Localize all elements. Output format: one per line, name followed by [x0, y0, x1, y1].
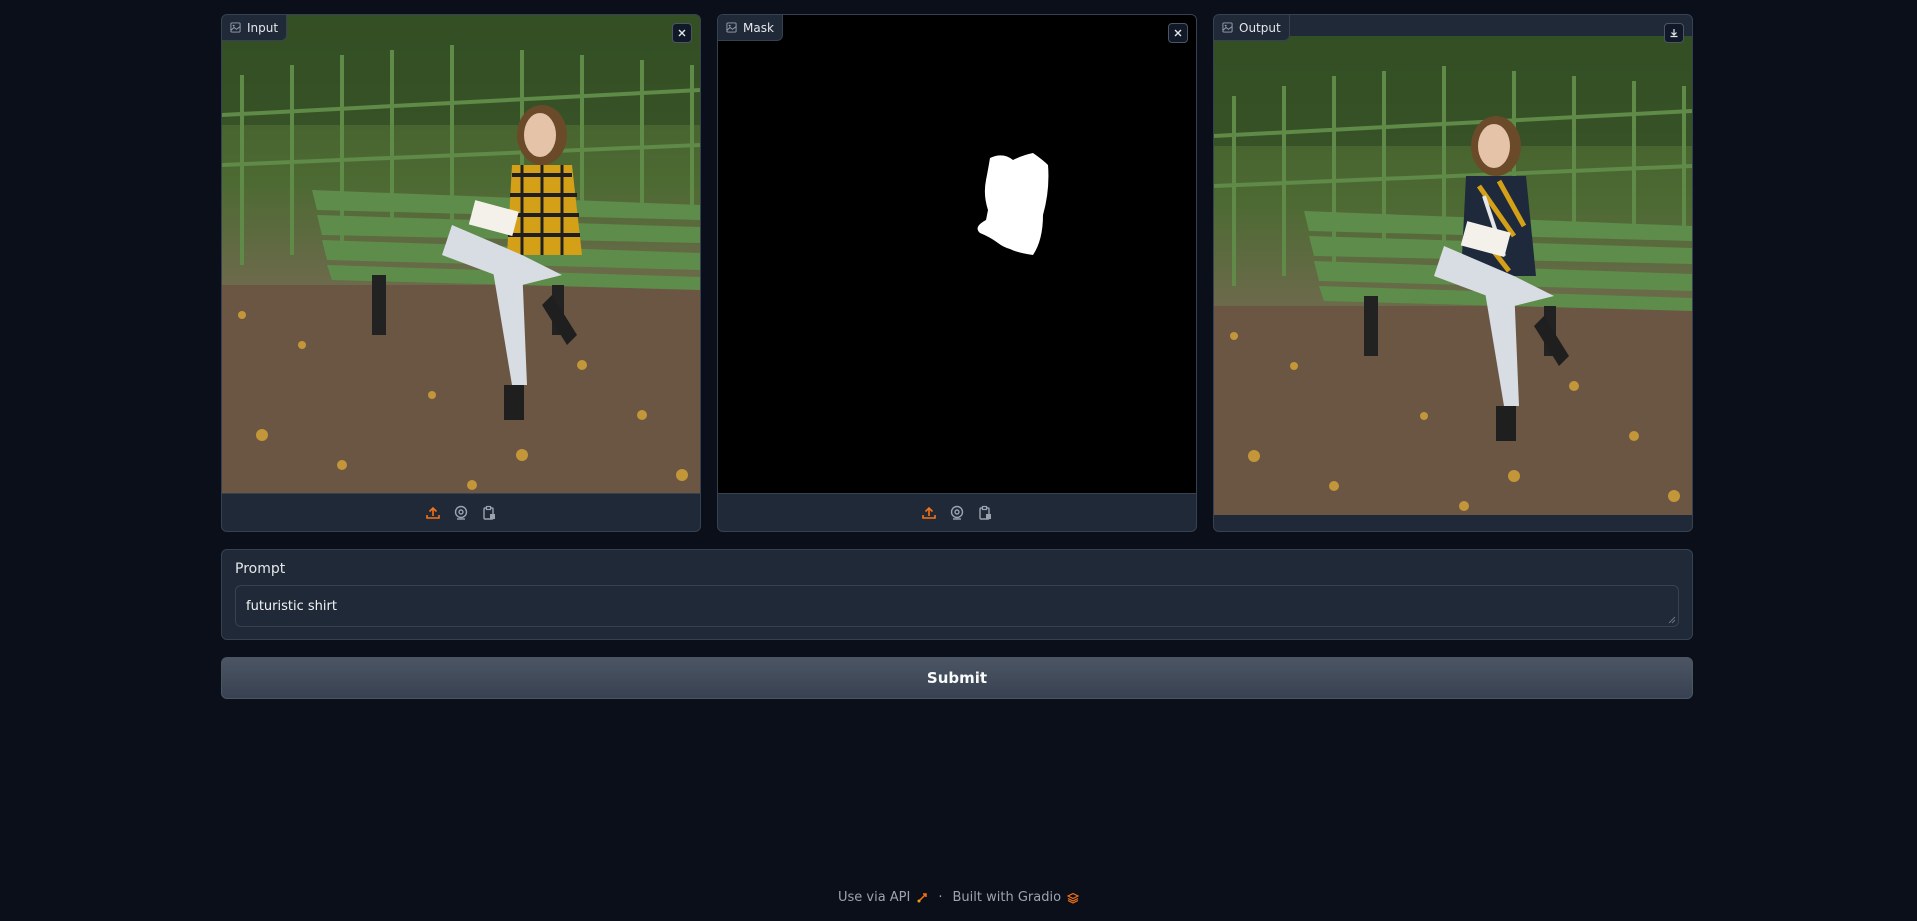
output-image [1214, 36, 1692, 515]
mask-toolbar [718, 493, 1196, 531]
output-image-panel: Output [1213, 14, 1693, 532]
prompt-value: futuristic shirt [246, 598, 337, 614]
mask-upload-button[interactable] [920, 504, 938, 522]
close-icon [678, 29, 686, 37]
input-image-panel: Input [221, 14, 701, 532]
upload-icon [426, 506, 440, 519]
output-download-button[interactable] [1664, 23, 1684, 43]
clipboard-icon [979, 505, 991, 520]
footer-separator: · [938, 890, 943, 905]
output-label-chip: Output [1214, 15, 1290, 41]
image-icon [230, 22, 241, 33]
image-icon [1222, 22, 1233, 33]
built-with-gradio-link[interactable]: Built with Gradio [953, 890, 1080, 905]
input-webcam-button[interactable] [452, 504, 470, 522]
use-via-api-link[interactable]: Use via API [838, 890, 928, 905]
input-clear-button[interactable] [672, 23, 692, 43]
mask-label-chip: Mask [718, 15, 783, 41]
mask-label: Mask [743, 20, 774, 35]
close-icon [1174, 29, 1182, 37]
prompt-textarea[interactable]: futuristic shirt [235, 585, 1679, 627]
submit-label: Submit [926, 669, 988, 687]
prompt-label: Prompt [235, 561, 286, 577]
webcam-icon [454, 505, 468, 520]
mask-image[interactable] [718, 15, 1196, 494]
image-icon [726, 22, 737, 33]
input-upload-button[interactable] [424, 504, 442, 522]
mask-webcam-button[interactable] [948, 504, 966, 522]
prompt-block: Prompt futuristic shirt [221, 549, 1693, 640]
mask-image-panel: Mask [717, 14, 1197, 532]
input-label-chip: Input [222, 15, 288, 41]
download-icon [1670, 29, 1678, 38]
rocket-icon [917, 892, 928, 902]
output-label: Output [1239, 20, 1281, 35]
footer: Use via API · Built with Gradio [0, 890, 1917, 905]
input-label: Input [247, 20, 279, 35]
input-clipboard-button[interactable] [480, 504, 498, 522]
upload-icon [922, 506, 936, 519]
built-with-gradio-label: Built with Gradio [952, 890, 1062, 905]
use-via-api-label: Use via API [837, 890, 911, 905]
clipboard-icon [483, 505, 495, 520]
gradio-logo-icon [1067, 892, 1080, 904]
webcam-icon [950, 505, 964, 520]
resize-grip-icon[interactable] [1668, 616, 1676, 624]
input-image[interactable] [222, 15, 700, 494]
mask-clipboard-button[interactable] [976, 504, 994, 522]
mask-clear-button[interactable] [1168, 23, 1188, 43]
submit-button[interactable]: Submit [221, 657, 1693, 699]
input-toolbar [222, 493, 700, 531]
